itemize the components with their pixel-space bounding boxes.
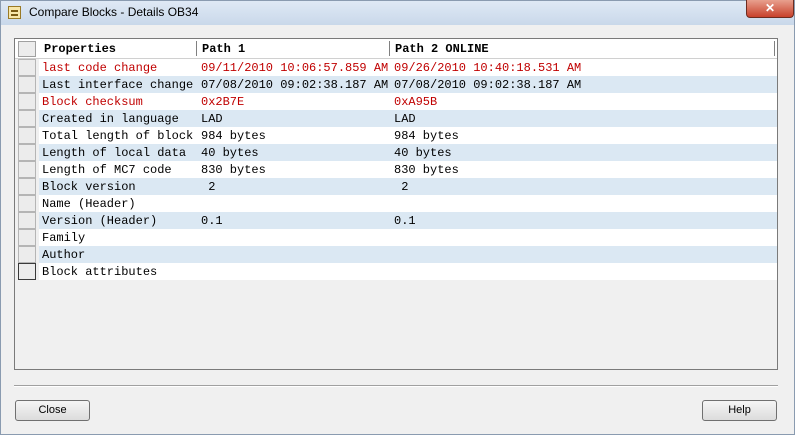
row-selector[interactable] <box>18 144 36 161</box>
window-title: Compare Blocks - Details OB34 <box>29 5 199 19</box>
table-row[interactable]: Family <box>15 229 777 246</box>
cell-property: Author <box>42 248 86 262</box>
column-header-path1[interactable]: Path 1 <box>202 42 245 56</box>
row-selector[interactable] <box>18 127 36 144</box>
cell-property: Length of local data <box>42 146 187 160</box>
row-selector[interactable] <box>18 93 36 110</box>
cell-path1: 830 bytes <box>201 163 266 177</box>
row-selector[interactable] <box>18 178 36 195</box>
table-row[interactable]: Total length of block 984 bytes 984 bytes <box>15 127 777 144</box>
column-divider[interactable] <box>389 41 390 56</box>
title-bar[interactable]: Compare Blocks - Details OB34 ✕ <box>1 0 794 25</box>
cell-path2: 0.1 <box>394 214 416 228</box>
row-background <box>39 246 777 263</box>
properties-table: Properties Path 1 Path 2 ONLINE last cod… <box>14 38 778 370</box>
header-corner[interactable] <box>18 41 36 57</box>
row-selector[interactable] <box>18 263 36 280</box>
column-divider[interactable] <box>774 41 775 56</box>
cell-property: Family <box>42 231 86 245</box>
column-header-properties[interactable]: Properties <box>44 42 116 56</box>
row-selector[interactable] <box>18 110 36 127</box>
cell-property: Version (Header) <box>42 214 158 228</box>
dialog-content: Properties Path 1 Path 2 ONLINE last cod… <box>9 31 786 426</box>
row-selector[interactable] <box>18 246 36 263</box>
cell-path2: 984 bytes <box>394 129 459 143</box>
cell-path2: LAD <box>394 112 416 126</box>
table-header: Properties Path 1 Path 2 ONLINE <box>15 39 777 59</box>
table-row[interactable]: Block version 2 2 <box>15 178 777 195</box>
app-icon <box>8 6 21 19</box>
cell-property: Block checksum <box>42 95 143 109</box>
table-row[interactable]: Name (Header) <box>15 195 777 212</box>
cell-path1: 07/08/2010 09:02:38.187 AM <box>201 78 389 92</box>
table-row[interactable]: Created in language LAD LAD <box>15 110 777 127</box>
cell-property: Block attributes <box>42 265 158 279</box>
cell-property: Length of MC7 code <box>42 163 172 177</box>
cell-path2: 0xA95B <box>394 95 438 109</box>
window-close-button[interactable]: ✕ <box>746 0 794 18</box>
cell-property: Created in language <box>42 112 179 126</box>
compare-blocks-dialog: Compare Blocks - Details OB34 ✕ Properti… <box>0 0 795 435</box>
row-selector[interactable] <box>18 229 36 246</box>
cell-property: Block version <box>42 180 136 194</box>
cell-path1: LAD <box>201 112 223 126</box>
table-row[interactable]: Last interface change 07/08/2010 09:02:38… <box>15 76 777 93</box>
cell-path1: 984 bytes <box>201 129 266 143</box>
cell-path1: 40 bytes <box>201 146 259 160</box>
row-selector[interactable] <box>18 59 36 76</box>
row-background <box>39 195 777 212</box>
cell-property: last code change <box>42 61 158 75</box>
table-row[interactable]: Length of local data 40 bytes 40 bytes <box>15 144 777 161</box>
cell-path2: 09/26/2010 10:40:18.531 AM <box>394 61 582 75</box>
row-selector[interactable] <box>18 212 36 229</box>
row-selector[interactable] <box>18 161 36 178</box>
table-row[interactable]: Length of MC7 code 830 bytes 830 bytes <box>15 161 777 178</box>
cell-path2: 2 <box>394 180 409 194</box>
column-header-path2[interactable]: Path 2 ONLINE <box>395 42 489 56</box>
cell-path1: 2 <box>201 180 216 194</box>
help-button[interactable]: Help <box>702 400 777 421</box>
table-row[interactable]: Version (Header) 0.1 0.1 <box>15 212 777 229</box>
table-row[interactable]: Author <box>15 246 777 263</box>
divider <box>14 385 778 387</box>
cell-path2: 40 bytes <box>394 146 452 160</box>
column-divider[interactable] <box>196 41 197 56</box>
row-background <box>39 229 777 246</box>
cell-path1: 0x2B7E <box>201 95 245 109</box>
close-button[interactable]: Close <box>15 400 90 421</box>
cell-property: Total length of block <box>42 129 194 143</box>
cell-property: Name (Header) <box>42 197 136 211</box>
cell-path1: 0.1 <box>201 214 223 228</box>
cell-path2: 07/08/2010 09:02:38.187 AM <box>394 78 582 92</box>
table-row[interactable]: Block checksum 0x2B7E 0xA95B <box>15 93 777 110</box>
table-row[interactable]: last code change 09/11/2010 10:06:57.859 … <box>15 59 777 76</box>
table-row[interactable]: Block attributes <box>15 263 777 280</box>
row-selector[interactable] <box>18 76 36 93</box>
cell-path1: 09/11/2010 10:06:57.859 AM <box>201 61 389 75</box>
row-selector[interactable] <box>18 195 36 212</box>
cell-path2: 830 bytes <box>394 163 459 177</box>
cell-property: Last interface change <box>42 78 194 92</box>
